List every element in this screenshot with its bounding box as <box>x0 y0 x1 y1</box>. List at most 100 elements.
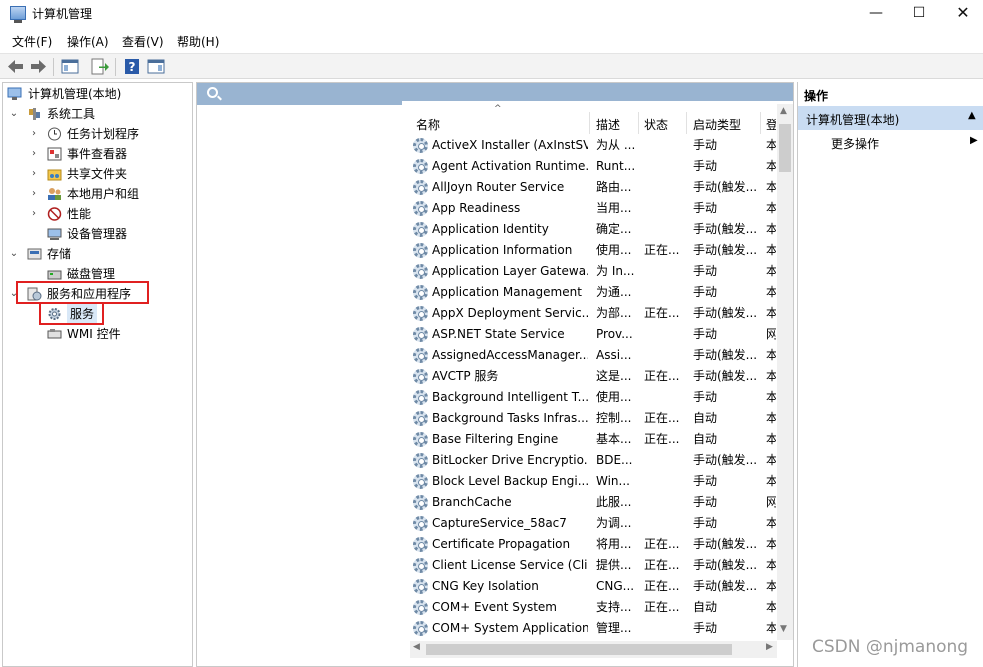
scroll-left-icon[interactable]: ◀ <box>413 642 420 652</box>
table-row[interactable]: BranchCache 此服... 手动 网 <box>410 492 776 513</box>
service-name: AllJoyn Router Service <box>432 180 565 194</box>
actions-title: 操作 <box>804 89 829 103</box>
horizontal-scrollbar[interactable]: ◀ ▶ <box>410 641 777 658</box>
table-row[interactable]: Agent Activation Runtime... Runt... 手动 本 <box>410 156 776 177</box>
menu-view[interactable]: 查看(V) <box>122 33 164 50</box>
service-description: 控制... <box>596 411 632 425</box>
table-row[interactable]: Application Information 使用... 正在... 手动(触发..… <box>410 240 776 261</box>
chevron-down-icon[interactable]: ⌄ <box>9 244 19 264</box>
maximize-button[interactable]: ☐ <box>896 0 942 28</box>
service-status: 正在... <box>644 411 680 425</box>
table-row[interactable]: AllJoyn Router Service 路由... 手动(触发... 本 <box>410 177 776 198</box>
table-row[interactable]: AssignedAccessManager... Assi... 手动(触发... 本 <box>410 345 776 366</box>
service-status: 正在... <box>644 558 680 572</box>
table-row[interactable]: Client License Service (Cli... 提供... 正在...… <box>410 555 776 576</box>
close-button[interactable]: ✕ <box>940 0 983 28</box>
table-row[interactable]: BitLocker Drive Encryptio... BDE... 手动(触发.… <box>410 450 776 471</box>
table-row[interactable]: Background Tasks Infras... 控制... 正在... 自动 本 <box>410 408 776 429</box>
table-row[interactable]: Background Intelligent T... 使用... 手动 本 <box>410 387 776 408</box>
tree-label: 性能 <box>67 207 92 221</box>
menu-action[interactable]: 操作(A) <box>67 33 109 50</box>
column-description[interactable]: 描述 <box>596 116 620 133</box>
scroll-thumb[interactable] <box>426 644 732 655</box>
table-row[interactable]: ActiveX Installer (AxInstSV) 为从 ... 手动 本 <box>410 135 776 156</box>
table-row[interactable]: Base Filtering Engine 基本... 正在... 自动 本 <box>410 429 776 450</box>
service-description: Runt... <box>596 159 636 173</box>
table-row[interactable]: App Readiness 当用... 手动 本 <box>410 198 776 219</box>
gear-icon <box>413 516 428 531</box>
gear-icon <box>413 243 428 258</box>
scroll-right-icon[interactable]: ▶ <box>766 642 773 652</box>
service-logon: 本 <box>766 621 776 635</box>
table-row[interactable]: Application Identity 确定... 手动(触发... 本 <box>410 219 776 240</box>
scroll-down-icon[interactable]: ▼ <box>780 624 787 634</box>
service-description: 使用... <box>596 243 632 257</box>
service-logon: 本 <box>766 264 776 278</box>
title-bar: 计算机管理 — ☐ ✕ <box>0 0 983 28</box>
table-row[interactable]: COM+ Event System 支持... 正在... 自动 本 <box>410 597 776 618</box>
gear-icon <box>413 306 428 321</box>
chevron-right-icon[interactable]: › <box>29 184 39 204</box>
chevron-right-icon[interactable]: › <box>29 144 39 164</box>
menu-help[interactable]: 帮助(H) <box>177 33 219 50</box>
help-icon[interactable]: ? <box>122 57 142 76</box>
table-row[interactable]: Application Layer Gatewa... 为 In... 手动 本 <box>410 261 776 282</box>
table-row[interactable]: CNG Key Isolation CNG... 正在... 手动(触发... 本 <box>410 576 776 597</box>
watermark-text: CSDN @njmanong <box>812 637 969 657</box>
service-name: Application Management <box>432 285 582 299</box>
chevron-right-icon[interactable]: › <box>29 204 39 224</box>
chevron-down-icon[interactable]: ⌄ <box>9 104 19 124</box>
actions-section-label: 计算机管理(本地) <box>806 113 900 127</box>
table-row[interactable]: Block Level Backup Engi... Win... 手动 本 <box>410 471 776 492</box>
scroll-up-icon[interactable]: ▲ <box>780 106 787 116</box>
forward-icon[interactable] <box>28 57 48 76</box>
column-name[interactable]: 名称 <box>416 116 440 133</box>
service-startup-type: 手动 <box>693 327 718 341</box>
minimize-button[interactable]: — <box>853 0 899 28</box>
menu-file[interactable]: 文件(F) <box>12 33 52 50</box>
table-row[interactable]: Certificate Propagation 将用... 正在... 手动(触发..… <box>410 534 776 555</box>
service-name: Agent Activation Runtime... <box>432 159 588 173</box>
service-startup-type: 手动 <box>693 138 718 152</box>
table-row[interactable]: AppX Deployment Servic... 为部... 正在... 手动(触发… <box>410 303 776 324</box>
column-divider[interactable] <box>638 112 639 134</box>
service-logon: 本 <box>766 348 776 362</box>
clock-icon <box>47 127 62 141</box>
service-logon: 本 <box>766 306 776 320</box>
collapse-up-icon[interactable]: ▲ <box>968 110 976 121</box>
gear-icon <box>413 453 428 468</box>
chevron-right-icon[interactable]: › <box>29 164 39 184</box>
vertical-scrollbar[interactable]: ▲ ▼ <box>777 104 793 640</box>
service-description: 为通... <box>596 285 632 299</box>
show-hide-tree-icon[interactable] <box>60 57 80 76</box>
column-divider[interactable] <box>686 112 687 134</box>
chevron-right-icon[interactable]: › <box>29 124 39 144</box>
table-row[interactable]: CaptureService_58ac7 为调... 手动 本 <box>410 513 776 534</box>
column-divider[interactable] <box>760 112 761 134</box>
service-name: Application Layer Gatewa... <box>432 264 588 278</box>
service-startup-type: 手动 <box>693 201 718 215</box>
back-icon[interactable] <box>6 57 26 76</box>
service-startup-type: 手动 <box>693 516 718 530</box>
chevron-right-icon[interactable]: ▶ <box>970 135 978 146</box>
wmi-icon <box>47 327 62 341</box>
service-logon: 本 <box>766 243 776 257</box>
table-row[interactable]: AVCTP 服务 这是... 正在... 手动(触发... 本 <box>410 366 776 387</box>
column-logon[interactable]: 登 <box>766 116 776 133</box>
column-status[interactable]: 状态 <box>644 116 668 133</box>
actions-pane: 操作 计算机管理(本地) ▲ 更多操作 ▶ <box>797 82 983 667</box>
actions-section-header[interactable]: 计算机管理(本地) ▲ <box>798 106 983 130</box>
column-startup-type[interactable]: 启动类型 <box>693 116 741 133</box>
disk-icon <box>47 267 62 281</box>
tree-label: 系统工具 <box>47 107 96 121</box>
service-name: Background Tasks Infras... <box>432 411 588 425</box>
scroll-thumb[interactable] <box>779 124 791 172</box>
show-hide-action-pane-icon[interactable] <box>146 57 166 76</box>
svg-text:?: ? <box>129 60 136 74</box>
table-row[interactable]: Application Management 为通... 手动 本 <box>410 282 776 303</box>
more-actions-item[interactable]: 更多操作 <box>831 135 879 152</box>
export-list-icon[interactable] <box>90 57 110 76</box>
table-row[interactable]: ASP.NET State Service Prov... 手动 网 <box>410 324 776 345</box>
table-row[interactable]: COM+ System Application 管理... 手动 本 <box>410 618 776 639</box>
column-divider[interactable] <box>589 112 590 134</box>
